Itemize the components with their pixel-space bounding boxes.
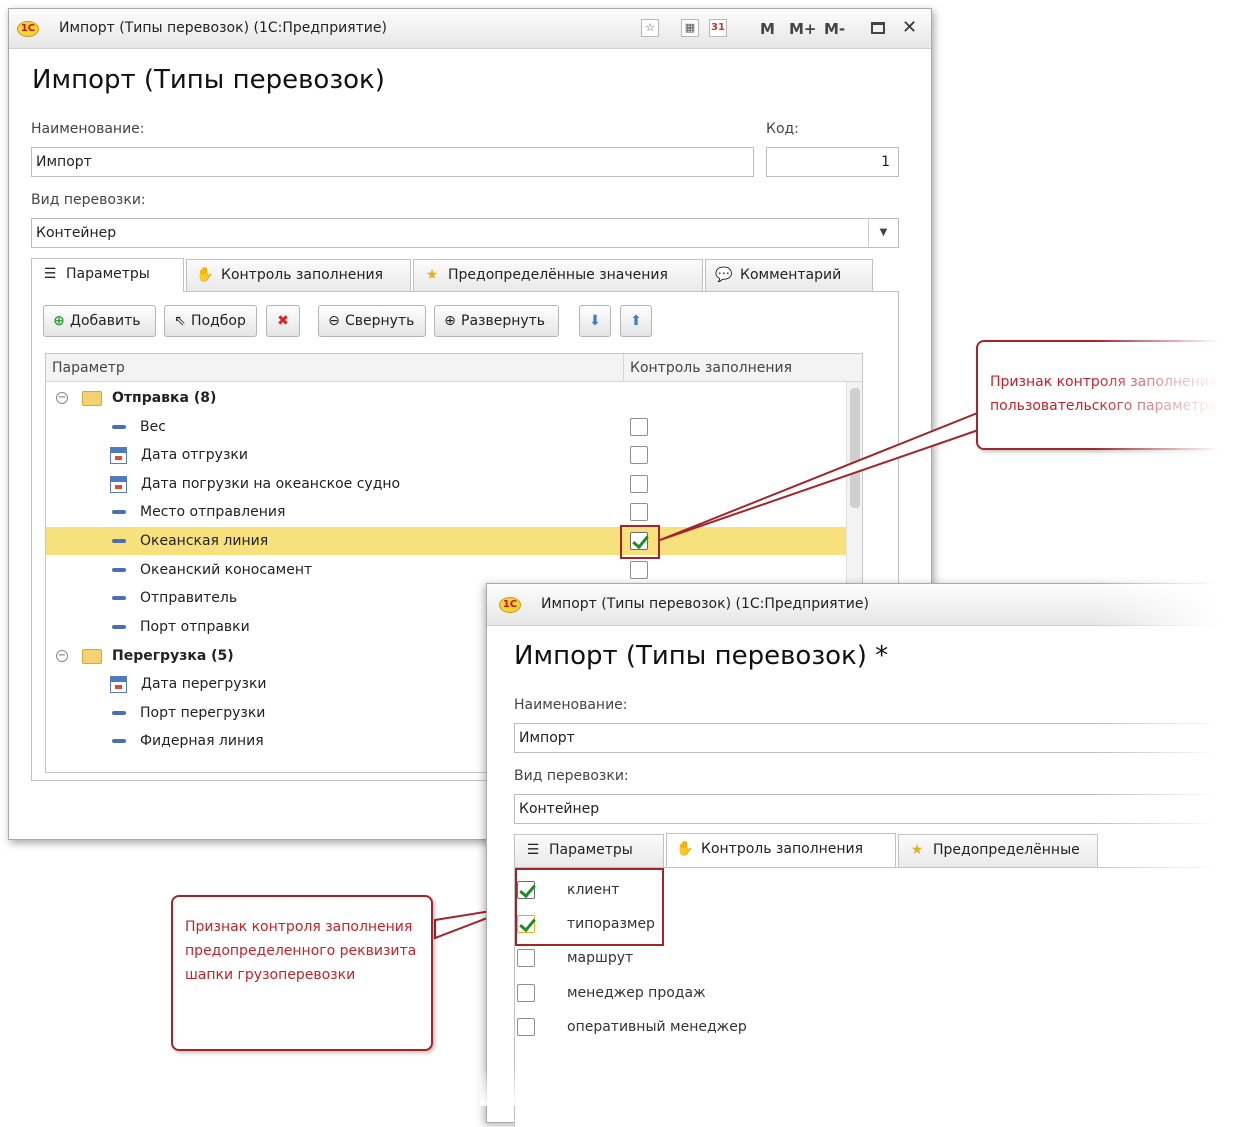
list-icon: ☰ — [526, 842, 540, 858]
name-field-2[interactable]: Импорт — [514, 723, 1233, 753]
tab-fill-control-2[interactable]: ✋ Контроль заполнения — [666, 833, 896, 867]
page-title-2: Импорт (Типы перевозок) * — [514, 641, 889, 671]
highlight-box-items — [515, 868, 664, 946]
folder-icon — [82, 390, 102, 406]
1c-logo-icon: 1С — [499, 597, 521, 613]
delete-x-icon: ✖ — [277, 313, 289, 329]
calendar-icon[interactable]: 31 — [709, 19, 727, 37]
table-row[interactable]: Место отправления — [46, 498, 862, 526]
attribute-icon — [112, 596, 126, 600]
expand-icon: ⊕ — [444, 313, 456, 329]
table-row-selected[interactable]: Океанская линия — [46, 527, 862, 555]
kind-label-2: Вид перевозки: — [514, 768, 629, 784]
code-label: Код: — [766, 121, 799, 137]
add-icon: ⊕ — [53, 313, 65, 329]
attribute-icon — [112, 711, 126, 715]
collapse-button[interactable]: ⊖ Свернуть — [318, 305, 426, 337]
tab-parameters-2[interactable]: ☰ Параметры — [514, 834, 664, 867]
name-label: Наименование: — [31, 121, 145, 137]
kind-select-value: Контейнер — [36, 225, 117, 241]
list-icon: ☰ — [43, 266, 57, 282]
arrow-up-icon: ⬆ — [630, 313, 642, 329]
calendar-icon — [110, 675, 127, 693]
speech-bubble-icon: 💬 — [715, 267, 733, 283]
table-row[interactable]: Океанский коносамент — [46, 556, 862, 584]
memory-minus-button[interactable]: M- — [824, 20, 845, 38]
add-button[interactable]: ⊕ Добавить — [43, 305, 156, 337]
expand-button[interactable]: ⊕ Развернуть — [434, 305, 559, 337]
page-title: Импорт (Типы перевозок) — [32, 65, 385, 95]
highlight-box-checkbox — [620, 525, 660, 559]
group-row-sending[interactable]: − Отправка (8) — [46, 384, 862, 412]
1c-logo-icon: 1С — [17, 21, 39, 37]
kind-label: Вид перевозки: — [31, 192, 146, 208]
fill-control-checkbox[interactable] — [630, 446, 648, 464]
chevron-down-icon[interactable]: ▼ — [868, 219, 898, 247]
scrollbar-thumb[interactable] — [850, 388, 860, 508]
delete-button[interactable]: ✖ — [266, 305, 300, 337]
calculator-icon[interactable]: ▦ — [681, 19, 699, 37]
fill-control-checkbox[interactable] — [630, 561, 648, 579]
pick-button[interactable]: ⇖ Подбор — [164, 305, 257, 337]
window-title-2: Импорт (Типы перевозок) (1С:Предприятие) — [541, 596, 869, 612]
folder-icon — [82, 648, 102, 664]
second-window: 1С Импорт (Типы перевозок) (1С:Предприят… — [486, 583, 1233, 1127]
tab-parameters[interactable]: ☰ Параметры — [31, 258, 184, 292]
attribute-icon — [112, 568, 126, 572]
column-fill-control[interactable]: Контроль заполнения — [624, 354, 864, 382]
callout-left: Признак контроля заполнения предопределе… — [171, 895, 433, 1051]
favorite-icon[interactable]: ☆ — [641, 19, 659, 37]
collapse-icon: ⊖ — [328, 313, 340, 329]
attribute-icon — [112, 425, 126, 429]
fill-control-checkbox[interactable] — [630, 418, 648, 436]
move-up-button[interactable]: ⬆ — [620, 305, 652, 337]
attribute-icon — [112, 539, 126, 543]
name-field[interactable]: Импорт — [31, 147, 754, 177]
star-icon: ★ — [425, 267, 439, 283]
column-parameter[interactable]: Параметр — [46, 354, 624, 382]
calendar-icon — [110, 446, 127, 464]
title-bar: 1С Импорт (Типы перевозок) (1С:Предприят… — [9, 9, 931, 49]
memory-m-button[interactable]: M — [760, 20, 775, 38]
close-icon[interactable]: ✕ — [902, 17, 917, 38]
table-header: Параметр Контроль заполнения — [46, 354, 862, 382]
item-checkbox[interactable] — [517, 984, 535, 1002]
kind-select-2[interactable]: Контейнер — [514, 794, 1233, 824]
hand-icon: ✋ — [196, 267, 214, 283]
fill-control-checkbox[interactable] — [630, 475, 648, 493]
title-bar-2: 1С Импорт (Типы перевозок) (1С:Предприят… — [487, 584, 1233, 626]
kind-select[interactable]: Контейнер ▼ — [31, 218, 899, 248]
calendar-icon — [110, 475, 127, 493]
window-title: Импорт (Типы перевозок) (1С:Предприятие) — [59, 20, 387, 36]
callout-right: Признак контроля заполнения пользователь… — [976, 340, 1233, 450]
tab-fill-control[interactable]: ✋ Контроль заполнения — [186, 259, 411, 292]
hand-icon: ✋ — [676, 841, 694, 857]
attribute-icon — [112, 510, 126, 514]
arrow-down-icon: ⬇ — [589, 313, 601, 329]
maximize-icon[interactable] — [871, 22, 885, 34]
item-checkbox[interactable] — [517, 949, 535, 967]
tab-predefined-values[interactable]: ★ Предопределённые значения — [413, 259, 703, 292]
memory-plus-button[interactable]: M+ — [789, 20, 817, 38]
attribute-icon — [112, 625, 126, 629]
name-label-2: Наименование: — [514, 697, 628, 713]
table-row[interactable]: Вес — [46, 413, 862, 441]
collapse-node-icon[interactable]: − — [56, 392, 68, 404]
move-down-button[interactable]: ⬇ — [579, 305, 611, 337]
table-row[interactable]: Дата погрузки на океанское судно — [46, 470, 862, 498]
star-icon: ★ — [910, 842, 924, 858]
attribute-icon — [112, 739, 126, 743]
collapse-node-icon[interactable]: − — [56, 650, 68, 662]
cursor-icon: ⇖ — [174, 313, 186, 329]
table-row[interactable]: Дата отгрузки — [46, 441, 862, 469]
fill-control-checkbox[interactable] — [630, 503, 648, 521]
tab-comment[interactable]: 💬 Комментарий — [705, 259, 873, 292]
item-checkbox[interactable] — [517, 1018, 535, 1036]
tab-predefined-2[interactable]: ★ Предопределённые — [898, 834, 1098, 867]
code-field[interactable]: 1 — [766, 147, 899, 177]
